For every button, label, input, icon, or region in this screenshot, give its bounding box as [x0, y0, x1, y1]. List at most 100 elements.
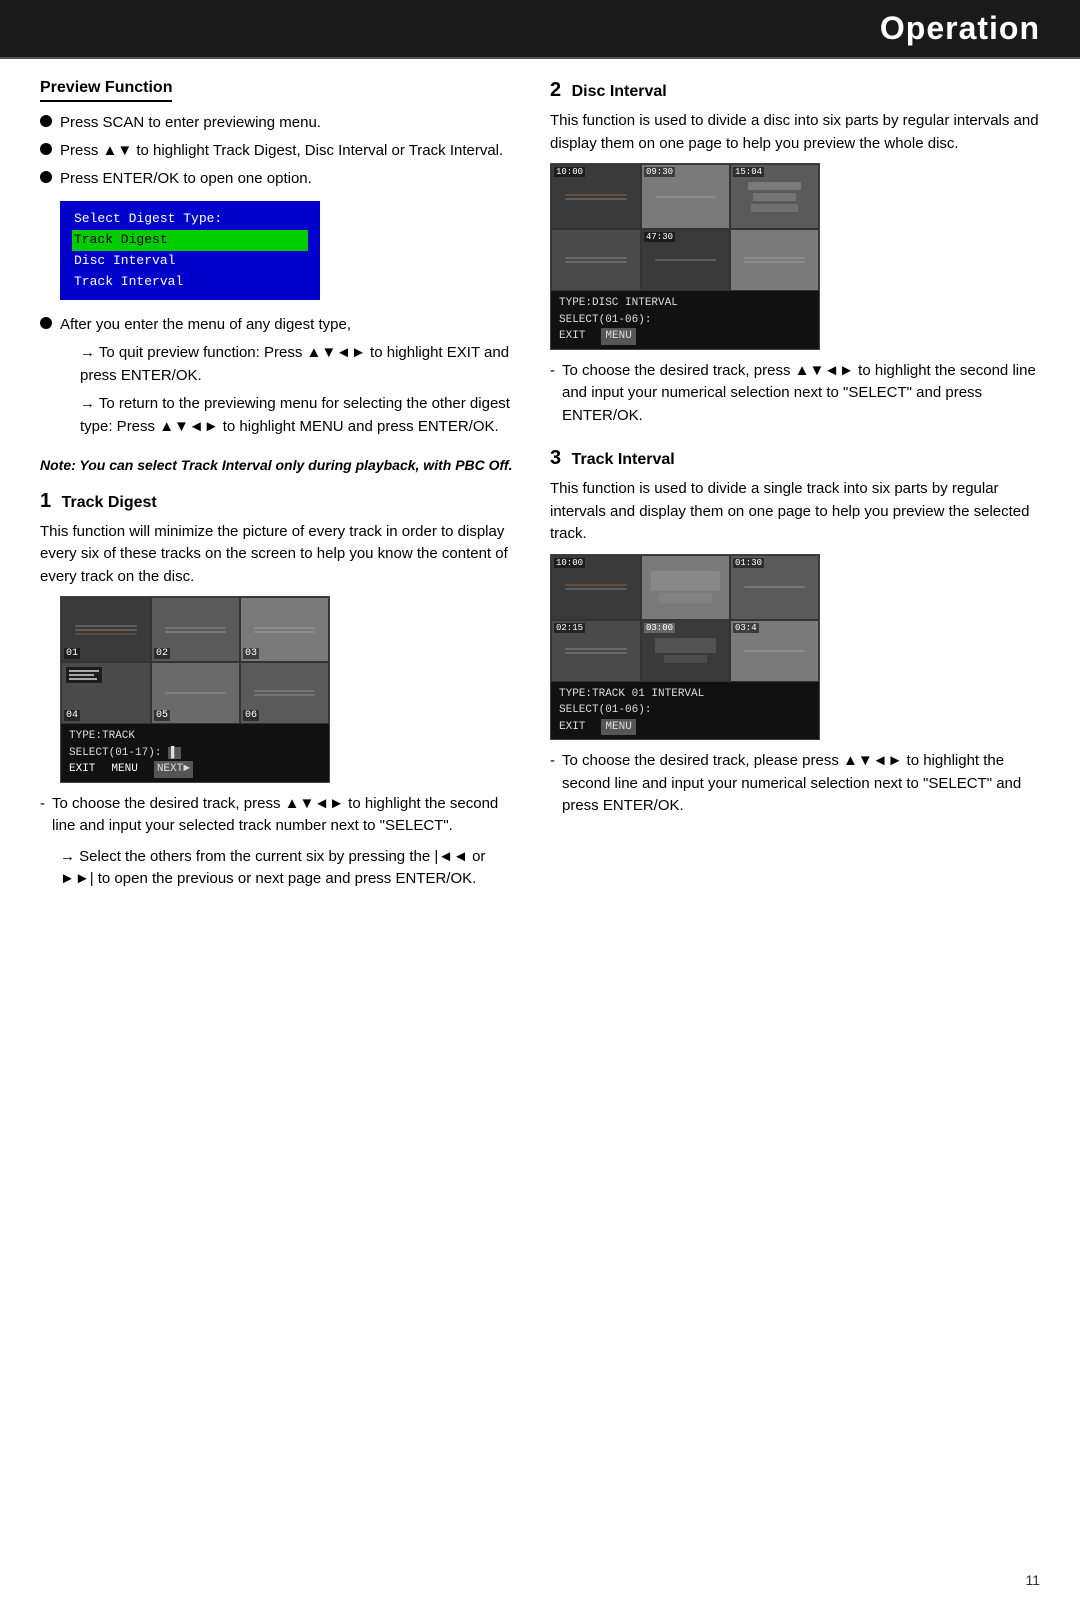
track-digest-title: 1 Track Digest: [40, 490, 520, 513]
thumb-label-04: 04: [64, 710, 80, 721]
interval-thumb-03: 01:30: [730, 555, 819, 620]
interval-time-01: 10:00: [554, 558, 585, 568]
status-buttons: EXIT MENU NEXT►: [69, 761, 321, 778]
disc-status-buttons: EXIT MENU: [559, 328, 811, 345]
next-button-label: NEXT►: [154, 761, 193, 778]
menu-button-label: MENU: [111, 761, 137, 778]
interval-menu-label: MENU: [601, 719, 635, 736]
interval-thumb-06: 03:4: [730, 620, 819, 682]
interval-thumb-01: 10:00: [551, 555, 641, 620]
thumb-label-05: 05: [154, 710, 170, 721]
disc-status-select: SELECT(01-06):: [559, 312, 811, 329]
interval-status-buttons: EXIT MENU: [559, 719, 811, 736]
disc-thumb-01: 10:00: [551, 164, 641, 229]
thumb-row-2: 04 05 06: [61, 662, 329, 724]
disc-thumb-02: 09:30: [641, 164, 730, 229]
thumb-01: 01: [61, 597, 151, 662]
arrow-text-1: → To quit preview function: Press ▲▼◄► t…: [80, 344, 509, 384]
main-content: Preview Function Press SCAN to enter pre…: [0, 79, 1080, 903]
menu-header: Select Digest Type:: [72, 209, 308, 230]
section3: 3 Track Interval This function is used t…: [550, 447, 1040, 818]
page-title: Operation: [880, 10, 1040, 46]
track-status-bar: TYPE:TRACK SELECT(01-17): ▌ EXIT MENU NE…: [61, 724, 329, 782]
bullet-icon: [40, 171, 52, 183]
thumb-label-03: 03: [243, 648, 259, 659]
status-type: TYPE:TRACK: [69, 728, 321, 745]
disc-thumb-row-2: 47:30: [551, 229, 819, 291]
track-interval-title: 3 Track Interval: [550, 447, 1040, 470]
thumb-06: 06: [240, 662, 329, 724]
dash-text-1: To choose the desired track, press ▲▼◄► …: [40, 793, 520, 838]
disc-exit-label: EXIT: [559, 328, 585, 345]
bullet-icon: [40, 317, 52, 329]
interval-thumb-05: 03:00: [641, 620, 730, 682]
menu-item-1: Track Digest: [72, 230, 308, 251]
list-item: Press ▲▼ to highlight Track Digest, Disc…: [40, 140, 520, 162]
disc-thumb-row-1: 10:00 09:30 15:04: [551, 164, 819, 229]
interval-time-05: 03:00: [644, 623, 675, 633]
interval-thumb-row-2: 02:15 03:00 03:4: [551, 620, 819, 682]
status-select: SELECT(01-17): ▌: [69, 745, 321, 762]
list-item: Press SCAN to enter previewing menu.: [40, 112, 520, 134]
arrow-para-1: → To quit preview function: Press ▲▼◄► t…: [80, 342, 520, 387]
interval-time-06: 03:4: [733, 623, 759, 633]
disc-time-01: 10:00: [554, 167, 585, 177]
interval-status-select: SELECT(01-06):: [559, 702, 811, 719]
after-menu-list: After you enter the menu of any digest t…: [40, 314, 520, 444]
disc-interval-screenshot: 10:00 09:30 15:04: [550, 163, 820, 350]
list-item: After you enter the menu of any digest t…: [40, 314, 520, 444]
interval-thumb-02: [641, 555, 730, 620]
bullet-text-2: Press ▲▼ to highlight Track Digest, Disc…: [60, 140, 503, 162]
left-column: Preview Function Press SCAN to enter pre…: [40, 79, 520, 903]
thumb-row-1: 01 02 03: [61, 597, 329, 662]
track-interval-screenshot: 10:00 01:30: [550, 554, 820, 741]
section2: 2 Disc Interval This function is used to…: [550, 79, 1040, 427]
disc-menu-label: MENU: [601, 328, 635, 345]
menu-item-2: Disc Interval: [72, 251, 308, 272]
thumb-label-01: 01: [64, 648, 80, 659]
dash-text-3: To choose the desired track, please pres…: [550, 750, 1040, 818]
note-text: Note: You can select Track Interval only…: [40, 456, 520, 476]
disc-time-05: 47:30: [644, 232, 675, 242]
thumb-label-06: 06: [243, 710, 259, 721]
menu-screenshot: Select Digest Type: Track Digest Disc In…: [60, 201, 320, 300]
section1: 1 Track Digest This function will minimi…: [40, 490, 520, 891]
disc-thumb-06: [730, 229, 819, 291]
disc-status-type: TYPE:DISC INTERVAL: [559, 295, 811, 312]
bullet-icon: [40, 115, 52, 127]
track-digest-body: This function will minimize the picture …: [40, 521, 520, 589]
disc-interval-body: This function is used to divide a disc i…: [550, 110, 1040, 155]
bullet-icon: [40, 143, 52, 155]
menu-item-3: Track Interval: [72, 272, 308, 293]
thumb-05: 05: [151, 662, 240, 724]
arrow-para-3: → Select the others from the current six…: [60, 846, 520, 891]
interval-thumb-04: 02:15: [551, 620, 641, 682]
disc-time-03: 15:04: [733, 167, 764, 177]
dash-text-2: To choose the desired track, press ▲▼◄► …: [550, 360, 1040, 428]
page-header: Operation: [0, 0, 1080, 57]
arrow-text-2: → To return to the previewing menu for s…: [80, 395, 510, 435]
interval-time-04: 02:15: [554, 623, 585, 633]
arrow-para-2: → To return to the previewing menu for s…: [80, 393, 520, 438]
page-number: 11: [1025, 1572, 1040, 1588]
thumb-04: 04: [61, 662, 151, 724]
interval-status-bar: TYPE:TRACK 01 INTERVAL SELECT(01-06): EX…: [551, 682, 819, 740]
track-digest-screenshot: 01 02 03: [60, 596, 330, 783]
bullet-text-3: Press ENTER/OK to open one option.: [60, 168, 312, 190]
header-divider: [0, 57, 1080, 59]
interval-thumb-row-1: 10:00 01:30: [551, 555, 819, 620]
bullet-list: Press SCAN to enter previewing menu. Pre…: [40, 112, 520, 189]
disc-status-bar: TYPE:DISC INTERVAL SELECT(01-06): EXIT M…: [551, 291, 819, 349]
right-column: 2 Disc Interval This function is used to…: [550, 79, 1040, 903]
disc-thumb-04: [551, 229, 641, 291]
disc-time-02: 09:30: [644, 167, 675, 177]
interval-exit-label: EXIT: [559, 719, 585, 736]
disc-interval-title: 2 Disc Interval: [550, 79, 1040, 102]
thumb-02: 02: [151, 597, 240, 662]
thumb-03: 03: [240, 597, 329, 662]
thumb-label-02: 02: [154, 648, 170, 659]
track-interval-body: This function is used to divide a single…: [550, 478, 1040, 546]
list-item: Press ENTER/OK to open one option.: [40, 168, 520, 190]
interval-time-03: 01:30: [733, 558, 764, 568]
after-menu-text: After you enter the menu of any digest t…: [60, 314, 520, 444]
